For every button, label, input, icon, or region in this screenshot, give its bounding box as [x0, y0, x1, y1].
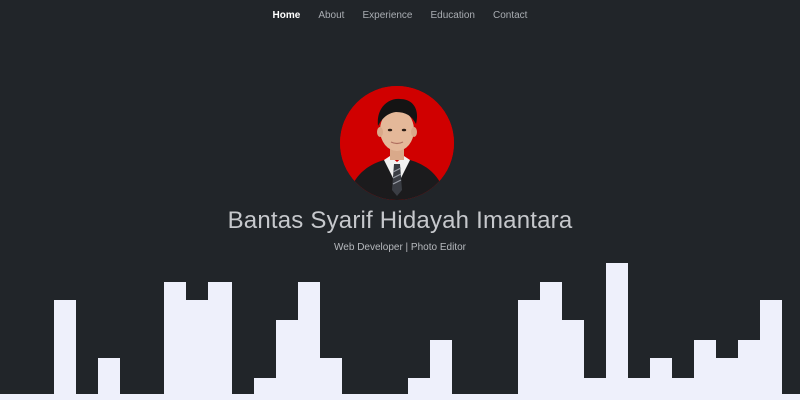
skyline-building — [738, 340, 760, 400]
avatar — [340, 86, 454, 200]
hero-name: Bantas Syarif Hidayah Imantara — [227, 207, 573, 234]
skyline-building — [208, 282, 232, 400]
skyline-building — [320, 358, 342, 400]
nav-link-education[interactable]: Education — [422, 0, 484, 32]
skyline-building — [254, 378, 276, 400]
skyline-building — [408, 378, 430, 400]
skyline-building — [54, 300, 76, 400]
nav-link-about[interactable]: About — [309, 0, 353, 32]
skyline-building — [782, 394, 800, 400]
skyline-building — [628, 378, 650, 400]
nav-link-home[interactable]: Home — [264, 0, 310, 32]
skyline-building — [650, 358, 672, 400]
skyline-building — [540, 282, 562, 400]
skyline-building — [760, 300, 782, 400]
skyline-building — [164, 282, 186, 400]
skyline-illustration — [0, 263, 800, 400]
nav-link-experience[interactable]: Experience — [353, 0, 421, 32]
navbar: Home About Experience Education Contact — [0, 0, 800, 32]
skyline-building — [672, 378, 694, 400]
skyline-building — [562, 320, 584, 400]
skyline-building — [606, 263, 628, 400]
nav-link-contact[interactable]: Contact — [484, 0, 536, 32]
skyline-building — [430, 340, 452, 400]
skyline-building — [518, 300, 540, 400]
skyline-building — [186, 300, 208, 400]
skyline-building — [276, 320, 298, 400]
skyline-building — [716, 358, 738, 400]
page: Home About Experience Education Contact — [0, 0, 800, 400]
skyline-building — [694, 340, 716, 400]
skyline-building — [98, 358, 120, 400]
profile-photo — [340, 86, 454, 200]
skyline-building — [298, 282, 320, 400]
hero-tagline: Web Developer | Photo Editor — [334, 242, 466, 253]
skyline-building — [584, 378, 606, 400]
